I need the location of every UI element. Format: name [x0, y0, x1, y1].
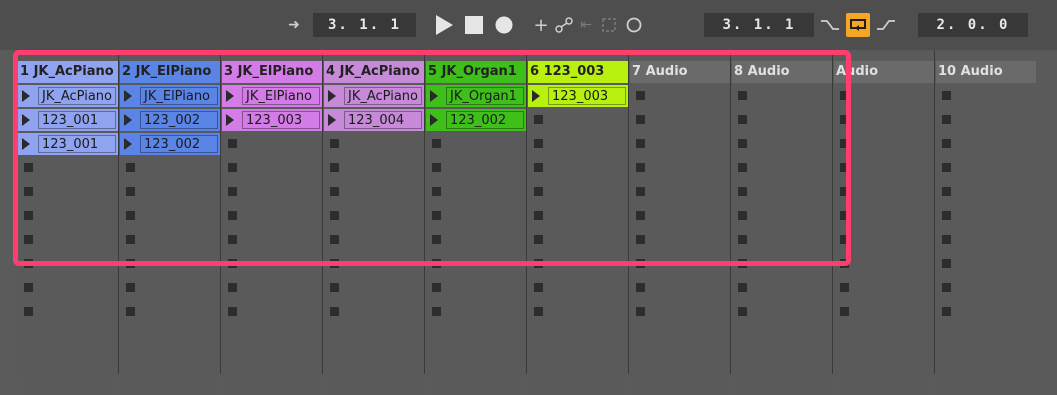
empty-scene-area	[324, 325, 424, 395]
empty-scene-area	[426, 325, 526, 395]
clip-stop-icon[interactable]	[330, 283, 339, 292]
clip-stop-icon[interactable]	[738, 283, 747, 292]
clip-stop-icon[interactable]	[942, 115, 951, 124]
play-button[interactable]	[432, 13, 456, 37]
empty-clip-slot[interactable]	[324, 301, 424, 323]
clip-stop-icon[interactable]	[126, 307, 135, 316]
clip-stop-icon[interactable]	[534, 307, 543, 316]
clip-stop-icon[interactable]	[942, 235, 951, 244]
clip-stop-icon[interactable]	[126, 283, 135, 292]
empty-clip-slot[interactable]	[936, 181, 1057, 203]
empty-clip-slot[interactable]	[120, 277, 220, 299]
empty-clip-slot[interactable]	[936, 157, 1057, 179]
empty-clip-slot[interactable]	[222, 301, 322, 323]
empty-scene-area	[936, 325, 1057, 395]
empty-clip-slot[interactable]	[630, 277, 730, 299]
empty-clip-slot[interactable]	[936, 133, 1057, 155]
automation-arm-icon[interactable]	[553, 13, 575, 37]
clip-stop-icon[interactable]	[432, 283, 441, 292]
empty-clip-slot[interactable]	[222, 277, 322, 299]
empty-clip-slot[interactable]	[732, 301, 832, 323]
clip-stop-icon[interactable]	[24, 307, 33, 316]
empty-clip-slot[interactable]	[324, 277, 424, 299]
empty-clip-slot[interactable]	[936, 85, 1057, 107]
empty-clip-slot[interactable]	[528, 301, 628, 323]
track-header[interactable]: 10 Audio	[936, 61, 1036, 83]
follow-icon[interactable]: ➜	[282, 13, 306, 37]
empty-clip-slot[interactable]	[936, 109, 1057, 131]
clip-stop-icon[interactable]	[330, 307, 339, 316]
clip-stop-icon[interactable]	[942, 211, 951, 220]
arrangement-position-field[interactable]: 3. 1. 1	[313, 13, 416, 37]
clip-stop-icon[interactable]	[942, 187, 951, 196]
clip-stop-icon[interactable]	[228, 307, 237, 316]
clip-stop-icon[interactable]	[24, 283, 33, 292]
clip-stop-icon[interactable]	[840, 307, 849, 316]
transport-bar: ➜ 3. 1. 1 + ⇤ 3. 1. 1 2. 0. 0	[0, 0, 1057, 50]
stop-button[interactable]	[462, 13, 486, 37]
empty-scene-area	[18, 325, 118, 395]
empty-clip-slot[interactable]	[18, 277, 118, 299]
clip-stop-icon[interactable]	[942, 163, 951, 172]
loop-start-field[interactable]: 3. 1. 1	[704, 13, 814, 37]
empty-clip-slot[interactable]	[834, 277, 934, 299]
clip-stop-icon[interactable]	[636, 283, 645, 292]
empty-clip-slot[interactable]	[426, 277, 526, 299]
capture-midi-icon[interactable]	[599, 13, 619, 37]
empty-clip-slot[interactable]	[120, 301, 220, 323]
clip-stop-icon[interactable]	[432, 307, 441, 316]
clip-stop-icon[interactable]	[738, 307, 747, 316]
clip-stop-icon[interactable]	[840, 283, 849, 292]
empty-clip-slot[interactable]	[630, 301, 730, 323]
clip-stop-icon[interactable]	[636, 307, 645, 316]
empty-clip-slot[interactable]	[936, 277, 1057, 299]
clip-stop-icon[interactable]	[228, 283, 237, 292]
empty-scene-area	[630, 325, 730, 395]
highlight-box	[13, 50, 851, 266]
empty-scene-area	[120, 325, 220, 395]
loop-length-field[interactable]: 2. 0. 0	[918, 13, 1028, 37]
loop-switch-icon[interactable]	[846, 13, 870, 37]
record-button[interactable]	[492, 13, 516, 37]
empty-clip-slot[interactable]	[936, 301, 1057, 323]
clip-stop-icon[interactable]	[942, 139, 951, 148]
back-to-arrangement-icon[interactable]: ⇤	[576, 13, 596, 37]
clip-stop-icon[interactable]	[942, 259, 951, 268]
empty-clip-slot[interactable]	[834, 301, 934, 323]
clip-stop-icon[interactable]	[942, 307, 951, 316]
clip-stop-icon[interactable]	[942, 91, 951, 100]
empty-clip-slot[interactable]	[18, 301, 118, 323]
empty-clip-slot[interactable]	[732, 277, 832, 299]
overdub-icon[interactable]: +	[530, 13, 552, 37]
empty-clip-slot[interactable]	[528, 277, 628, 299]
empty-clip-slot[interactable]	[936, 229, 1057, 251]
empty-scene-area	[528, 325, 628, 395]
empty-scene-area	[834, 325, 934, 395]
track-column: 10 Audio	[935, 50, 1057, 395]
clip-stop-icon[interactable]	[534, 283, 543, 292]
clip-stop-icon[interactable]	[942, 283, 951, 292]
empty-clip-slot[interactable]	[936, 205, 1057, 227]
session-record-icon[interactable]	[624, 13, 644, 37]
punch-in-icon[interactable]	[818, 13, 842, 37]
empty-scene-area	[732, 325, 832, 395]
empty-clip-slot[interactable]	[426, 301, 526, 323]
empty-clip-slot[interactable]	[936, 253, 1057, 275]
empty-scene-area	[222, 325, 322, 395]
punch-out-icon[interactable]	[874, 13, 898, 37]
